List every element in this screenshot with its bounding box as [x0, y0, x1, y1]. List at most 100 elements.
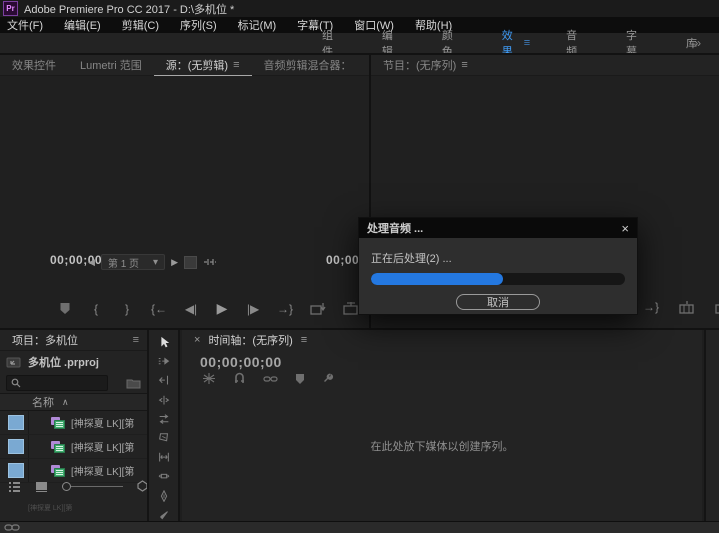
dialog-message: 正在后处理(2) ...	[371, 250, 625, 266]
title-bar: Pr Adobe Premiere Pro CC 2017 - D:\多机位 *	[0, 0, 719, 17]
program-panel-tabs: 节目：(无序列) ≡	[371, 55, 719, 76]
clip-thumbnail	[8, 415, 24, 430]
close-panel-icon[interactable]: ×	[194, 334, 200, 346]
panel-divider[interactable]	[0, 328, 719, 330]
dialog-title-bar: 处理音频 ... ×	[359, 218, 637, 238]
processing-audio-dialog: 处理音频 ... × 正在后处理(2) ... 取消	[358, 217, 638, 315]
page-prev-icon[interactable]: ◀	[88, 257, 95, 268]
premiere-logo-icon: Pr	[3, 1, 18, 16]
project-panel-footer	[0, 475, 147, 497]
goto-in-button[interactable]: {←	[151, 302, 167, 316]
tab-program[interactable]: 节目：(无序列) ≡	[371, 55, 480, 75]
step-forward-button[interactable]: |▶	[246, 302, 260, 316]
goto-out-button[interactable]: →}	[277, 302, 293, 316]
search-icon	[11, 378, 21, 388]
search-input[interactable]	[6, 375, 108, 391]
rolling-edit-tool-icon[interactable]	[157, 394, 171, 406]
list-view-icon[interactable]	[8, 481, 21, 492]
step-back-button[interactable]: ◀|	[184, 302, 198, 316]
icon-view-icon[interactable]	[35, 481, 48, 492]
automate-to-sequence-icon[interactable]	[137, 480, 147, 492]
tab-source[interactable]: 源：(无剪辑) ≡	[154, 55, 252, 76]
panel-menu-icon[interactable]: ≡	[233, 59, 239, 71]
page-select[interactable]: 第 1 页 ▾	[101, 254, 165, 270]
project-search-row	[0, 373, 147, 393]
timeline-settings-wrench-icon[interactable]	[322, 372, 335, 385]
multicam-clip-icon	[51, 417, 66, 429]
menu-edit[interactable]: 编辑(E)	[64, 17, 101, 33]
menu-file[interactable]: 文件(F)	[7, 17, 43, 33]
tab-source-label: 源：(无剪辑)	[166, 57, 228, 73]
zoom-slider[interactable]	[62, 482, 123, 491]
program-transport-controls: →}	[643, 300, 719, 314]
play-button[interactable]: ▶	[215, 300, 229, 317]
project-panel-tabs: 项目：多机位 ≡	[0, 330, 147, 351]
nest-sequence-icon[interactable]	[202, 372, 216, 385]
mark-out-button[interactable]: }	[120, 302, 134, 316]
workspace-overflow-icon[interactable]: »	[694, 36, 701, 50]
project-item-row[interactable]: [神探夏 LK][第	[0, 435, 147, 459]
workspace-tab-libraries[interactable]: 库	[664, 35, 719, 51]
page-select-value: 第 1 页	[108, 255, 139, 270]
tab-project[interactable]: 项目：多机位	[0, 330, 90, 350]
zoom-slider-track	[71, 486, 123, 487]
timeline-drop-message: 在此处放下媒体以创建序列。	[182, 438, 702, 454]
progress-bar	[371, 273, 625, 285]
multicam-clip-icon	[51, 441, 66, 453]
project-root-row[interactable]: 多机位 .prproj	[0, 351, 147, 373]
snap-magnet-icon[interactable]	[233, 372, 246, 385]
project-item-row[interactable]: [神探夏 LK][第	[0, 411, 147, 435]
button-editor-icon[interactable]	[203, 256, 217, 268]
tab-lumetri-scopes[interactable]: Lumetri 范围	[68, 55, 154, 75]
razor-tool-icon[interactable]	[157, 432, 171, 444]
add-marker-icon[interactable]	[295, 373, 305, 385]
timeline-toolbar	[202, 372, 702, 385]
selection-tool-icon[interactable]	[157, 336, 171, 348]
project-file-name: 多机位 .prproj	[28, 354, 99, 370]
menu-clip[interactable]: 剪辑(C)	[122, 17, 159, 33]
clip-thumbnail	[8, 439, 24, 454]
cancel-button[interactable]: 取消	[456, 294, 540, 310]
mark-in-button[interactable]: {	[89, 302, 103, 316]
menu-sequence[interactable]: 序列(S)	[180, 17, 217, 33]
list-header[interactable]: 名称 ∧	[0, 393, 147, 411]
name-column-header: 名称	[32, 394, 54, 410]
slide-tool-icon[interactable]	[157, 470, 171, 482]
column-divider	[28, 411, 29, 434]
new-bin-icon[interactable]	[126, 377, 141, 389]
timeline-panel: × 时间轴：(无序列) ≡ 00;00;00;00 在此处放下媒	[182, 330, 702, 521]
clip-name: [神探夏 LK][第	[71, 439, 134, 454]
workspace-menu-icon[interactable]: ≡	[524, 37, 530, 49]
ripple-edit-tool-icon[interactable]	[157, 374, 171, 386]
pen-tool-icon[interactable]	[157, 490, 171, 502]
rate-stretch-tool-icon[interactable]	[157, 413, 171, 425]
tab-effect-controls[interactable]: 效果控件	[0, 55, 68, 75]
goto-out-button[interactable]: →}	[643, 300, 659, 314]
add-marker-icon[interactable]	[58, 302, 72, 315]
tab-timeline[interactable]: 时间轴：(无序列)	[208, 330, 292, 350]
timeline-panel-tabs: × 时间轴：(无序列) ≡	[182, 330, 702, 350]
extract-icon[interactable]	[715, 301, 719, 314]
source-transport-controls: { } {← ◀| ▶ |▶ →}	[58, 300, 369, 317]
source-panel-tabs: 效果控件 Lumetri 范围 源：(无剪辑) ≡ 音频剪辑混合器：	[0, 55, 369, 76]
tab-audio-clip-mixer[interactable]: 音频剪辑混合器：	[252, 55, 364, 75]
track-select-forward-tool-icon[interactable]	[157, 355, 171, 367]
linked-selection-icon[interactable]	[263, 373, 278, 385]
lift-icon[interactable]	[679, 301, 695, 314]
progress-bar-fill	[371, 273, 503, 285]
insert-icon[interactable]	[310, 302, 326, 315]
type-tool-icon[interactable]	[157, 509, 171, 521]
zoom-slider-knob[interactable]	[62, 482, 71, 491]
page-next-icon[interactable]: ▶	[171, 257, 178, 268]
sort-ascending-icon: ∧	[62, 397, 69, 408]
slip-tool-icon[interactable]	[157, 451, 171, 463]
overwrite-icon[interactable]	[343, 302, 359, 315]
settings-icon[interactable]	[184, 256, 197, 269]
close-icon[interactable]: ×	[621, 221, 629, 236]
panel-menu-icon[interactable]: ≡	[301, 334, 307, 346]
panel-menu-icon[interactable]: ≡	[461, 59, 467, 71]
panel-menu-icon[interactable]: ≡	[133, 334, 139, 346]
menu-marker[interactable]: 标记(M)	[238, 17, 277, 33]
source-page-control: ◀ 第 1 页 ▾ ▶	[88, 254, 217, 270]
project-panel: 项目：多机位 ≡ 多机位 .prproj 名称 ∧	[0, 330, 147, 521]
